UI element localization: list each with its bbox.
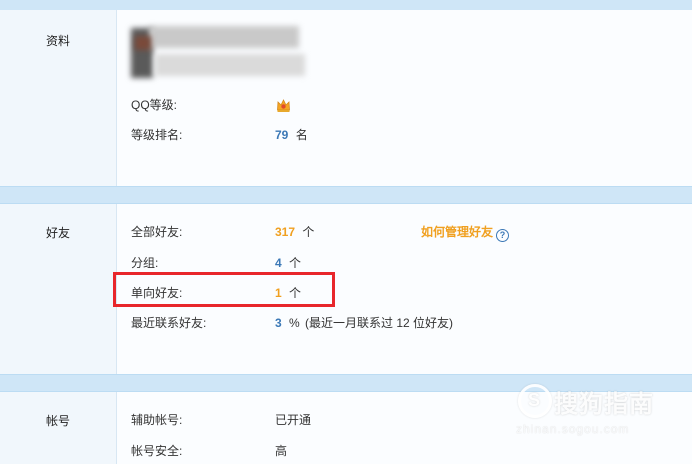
sogou-logo-glyph: S [528, 390, 541, 410]
blurred-profile-info [131, 26, 311, 80]
all-friends-value-group: 317 个 [275, 224, 314, 240]
profile-section: 资料 [0, 10, 692, 186]
section-title-profile: 资料 [46, 34, 71, 48]
profile-content [117, 10, 692, 186]
recent-contacts-percent: 3 [275, 316, 282, 330]
help-icon[interactable]: ? [496, 229, 510, 242]
recent-contacts-note: (最近一月联系过 12 位好友) [305, 316, 454, 330]
recent-contacts-label: 最近联系好友: [131, 316, 207, 330]
highlight-box [113, 272, 335, 307]
recent-contacts-unit: % [289, 316, 300, 330]
account-security-level: 高 [275, 444, 288, 458]
all-friends-label: 全部好友: [131, 225, 183, 239]
watermark-url: zhinan.sogou.com [516, 422, 630, 436]
watermark: S 搜狗指南 zhinan.sogou.com [514, 380, 684, 440]
manage-friends-link-group[interactable]: 如何管理好友? [421, 224, 510, 242]
level-rank-unit: 名 [295, 128, 308, 142]
level-rank-value-group: 79 名 [275, 127, 308, 143]
groups-label: 分组: [131, 256, 159, 270]
groups-count: 4 [275, 256, 282, 270]
profile-label-column: 资料 [0, 10, 117, 186]
manage-friends-link[interactable]: 如何管理好友 [421, 225, 493, 239]
level-rank-value: 79 [275, 128, 289, 142]
sub-account-status: 已开通 [275, 413, 312, 427]
section-title-account: 帐号 [46, 414, 71, 428]
groups-unit: 个 [289, 256, 302, 270]
all-friends-row: 全部好友: 317 个 如何管理好友? [131, 224, 551, 242]
qq-level-label: QQ等级: [131, 98, 178, 112]
friends-label-column: 好友 [0, 204, 117, 374]
account-security-label: 帐号安全: [131, 444, 183, 458]
sogou-logo-icon: S [518, 384, 552, 418]
groups-value-group: 4 个 [275, 255, 301, 271]
section-title-friends: 好友 [46, 226, 71, 240]
all-friends-count: 317 [275, 225, 296, 239]
account-label-column: 帐号 [0, 392, 117, 464]
all-friends-unit: 个 [302, 225, 315, 239]
level-rank-label: 等级排名: [131, 128, 183, 142]
sub-account-label: 辅助帐号: [131, 413, 183, 427]
recent-contacts-value-group: 3 % (最近一月联系过 12 位好友) [275, 315, 453, 331]
crown-icon [277, 99, 290, 112]
watermark-title: 搜狗指南 [554, 391, 654, 418]
section-divider-friends [0, 186, 692, 204]
